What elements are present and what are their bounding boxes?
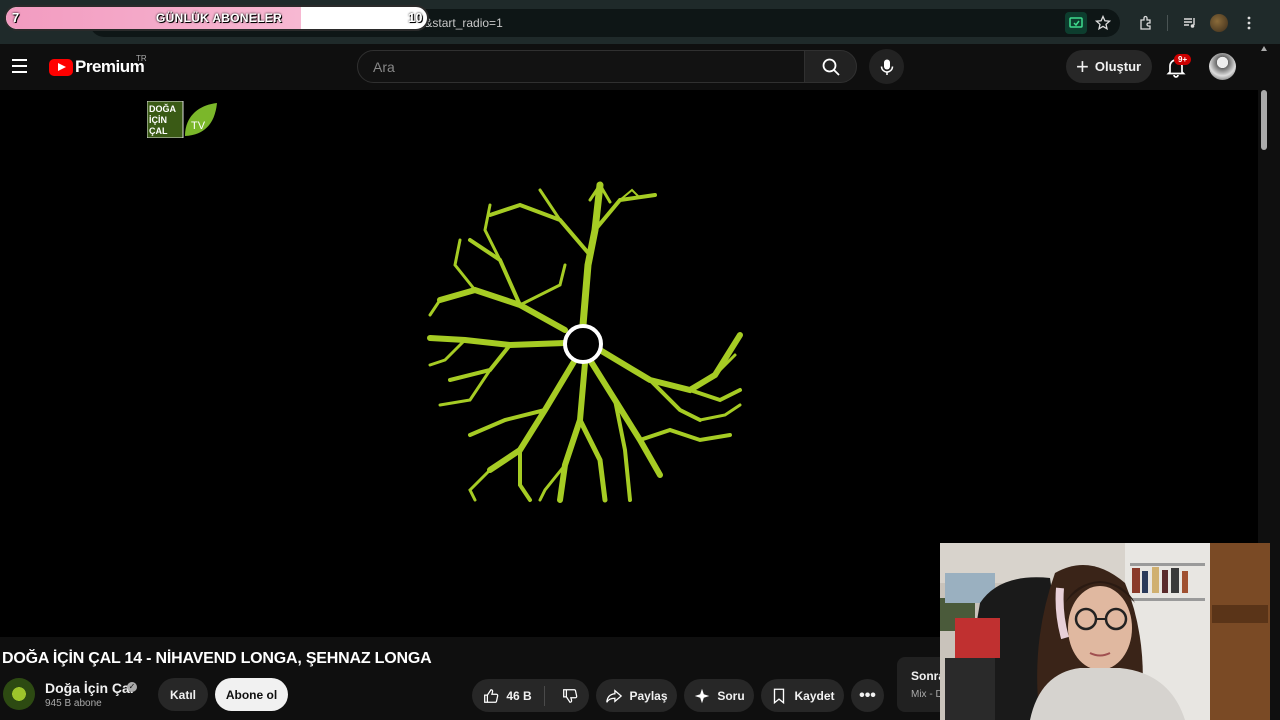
notification-badge: 9+	[1174, 54, 1192, 65]
goal-label: GÜNLÜK ABONELER	[156, 11, 283, 25]
ask-label: Soru	[717, 688, 745, 703]
up-next-subtitle: Mix - D	[911, 689, 943, 700]
search-input[interactable]: Ara	[357, 50, 805, 83]
goal-target: 10	[408, 10, 423, 25]
like-count: 46 B	[506, 688, 532, 703]
verified-check-icon: ✓	[127, 682, 137, 692]
bookmark-star-icon[interactable]	[1092, 12, 1114, 34]
media-control-icon[interactable]	[1179, 12, 1201, 34]
video-title: DOĞA İÇİN ÇAL 14 - NİHAVEND LONGA, ŞEHNA…	[2, 650, 432, 667]
scroll-up-arrow-icon[interactable]	[1261, 46, 1267, 51]
logo-tv: TV	[191, 120, 206, 132]
like-dislike-group: 46 B	[472, 679, 589, 712]
save-label: Kaydet	[794, 688, 835, 703]
save-button[interactable]: Kaydet	[761, 679, 844, 712]
channel-watermark-logo: DOĞA İÇİN ÇAL TV	[147, 101, 217, 138]
microphone-icon	[880, 59, 893, 75]
dislike-button[interactable]	[551, 687, 579, 705]
browser-profile-avatar[interactable]	[1210, 14, 1228, 32]
toolbar-divider	[1167, 15, 1168, 31]
search-icon	[822, 58, 840, 76]
scrollbar-thumb[interactable]	[1261, 90, 1267, 150]
youtube-premium-logo[interactable]: Premium	[49, 57, 145, 77]
streamer-webcam	[940, 543, 1270, 720]
cast-icon[interactable]	[1065, 12, 1087, 34]
thumbs-down-icon	[562, 688, 577, 703]
voice-search-button[interactable]	[869, 49, 904, 84]
logo-text: Premium	[75, 57, 145, 76]
channel-name[interactable]: Doğa İçin Çal	[45, 680, 134, 696]
logo-line-1: DOĞA	[149, 103, 177, 114]
share-label: Paylaş	[629, 688, 668, 703]
thumbs-up-icon	[484, 688, 499, 703]
bookmark-icon	[774, 688, 785, 704]
youtube-play-icon	[49, 58, 73, 76]
hamburger-menu-icon[interactable]	[8, 55, 30, 77]
account-avatar[interactable]	[1209, 53, 1236, 80]
share-button[interactable]: Paylaş	[596, 679, 677, 712]
webcam-image	[940, 543, 1270, 720]
search-placeholder: Ara	[373, 59, 395, 75]
logo-line-2: İÇİN	[149, 115, 167, 125]
channel-avatar[interactable]	[3, 678, 35, 710]
plus-icon: +	[1076, 53, 1089, 79]
logo-line-3: ÇAL	[149, 126, 168, 136]
join-label: Katıl	[169, 687, 196, 702]
subscriber-goal-overlay: 7 GÜNLÜK ABONELER 10	[4, 5, 429, 31]
like-button[interactable]: 46 B	[482, 685, 545, 706]
browser-menu-icon[interactable]	[1238, 12, 1260, 34]
goal-current: 7	[12, 10, 20, 25]
subscribe-label: Abone ol	[225, 687, 278, 702]
more-actions-icon[interactable]: •••	[851, 679, 884, 712]
country-code: TR	[136, 54, 147, 63]
search-button[interactable]	[804, 50, 857, 83]
create-button[interactable]: + Oluştur	[1066, 50, 1152, 83]
share-arrow-icon	[606, 688, 623, 703]
create-label: Oluştur	[1094, 59, 1142, 74]
subscribe-button[interactable]: Abone ol	[215, 678, 288, 711]
sparkle-icon	[695, 688, 710, 703]
join-button[interactable]: Katıl	[158, 678, 208, 711]
extensions-icon[interactable]	[1135, 12, 1157, 34]
ask-button[interactable]: Soru	[684, 679, 754, 712]
subscriber-count: 945 B abone	[45, 698, 102, 709]
